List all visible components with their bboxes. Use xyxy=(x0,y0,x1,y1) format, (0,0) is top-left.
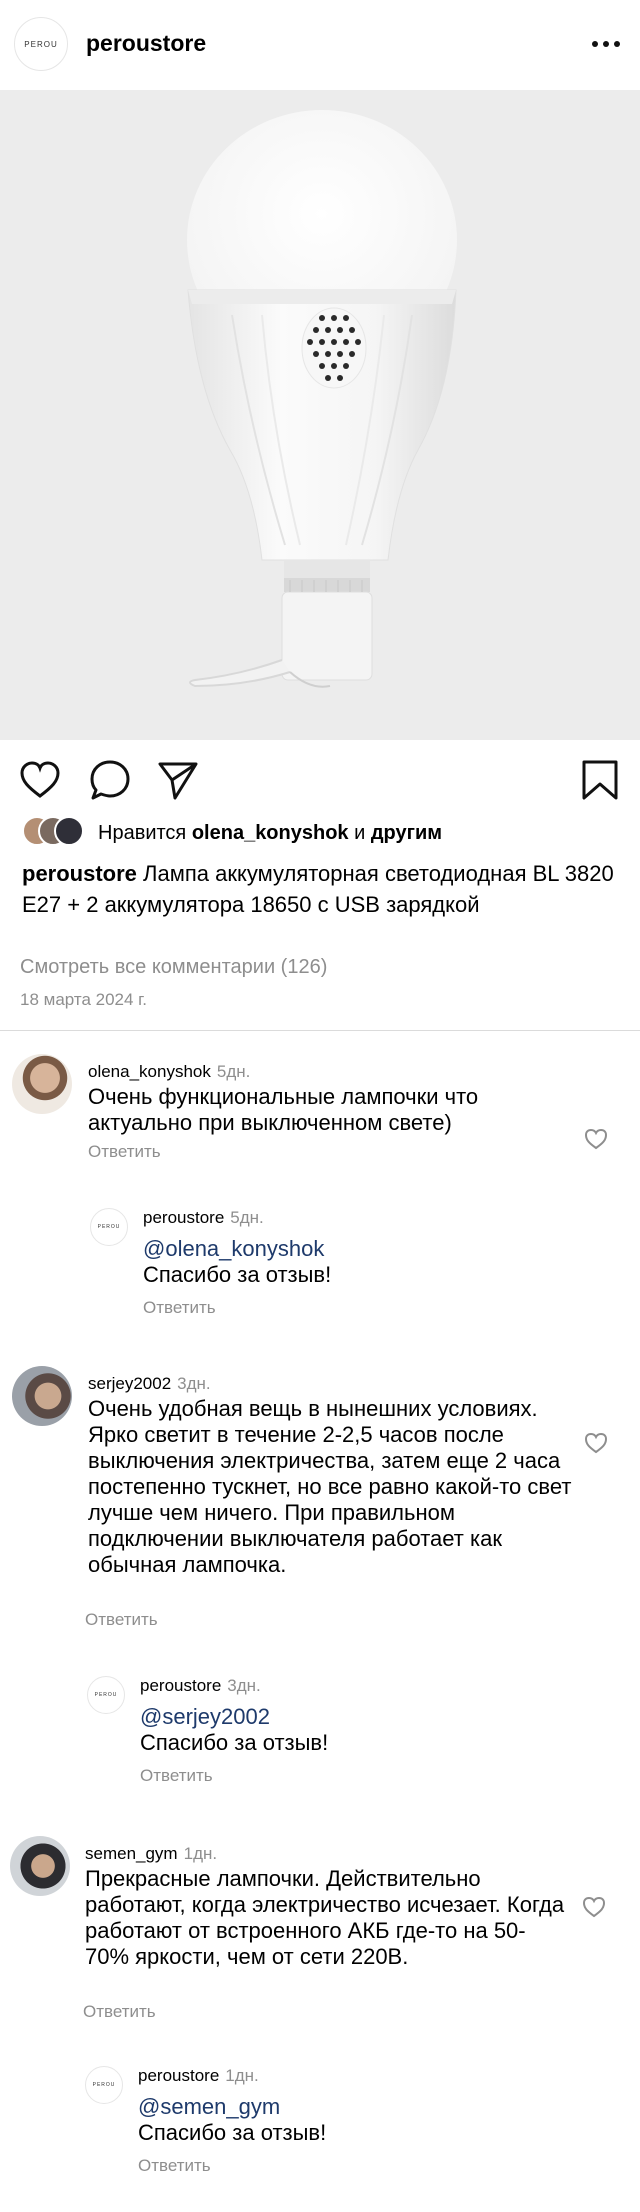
reply-time: 1дн. xyxy=(225,2066,259,2085)
reply-header: peroustore 5дн. xyxy=(143,1208,264,1228)
comment-time: 3дн. xyxy=(177,1374,211,1393)
comment-username[interactable]: semen_gym xyxy=(85,1844,178,1863)
post-actions xyxy=(0,740,640,820)
reply-button[interactable]: Ответить xyxy=(143,1298,216,1318)
reply-mention[interactable]: @serjey2002 xyxy=(140,1704,560,1730)
comment-icon[interactable] xyxy=(88,758,132,802)
store-reply-avatar[interactable]: PEROU xyxy=(85,2066,123,2104)
reply-text: @serjey2002 Спасибо за отзыв! xyxy=(140,1704,560,1756)
comment-username[interactable]: olena_konyshok xyxy=(88,1062,211,1081)
reply-username[interactable]: peroustore xyxy=(140,1676,221,1695)
post-author-username[interactable]: peroustore xyxy=(86,30,206,57)
reply-username[interactable]: peroustore xyxy=(138,2066,219,2085)
reply-text: @semen_gym Спасибо за отзыв! xyxy=(138,2094,558,2146)
view-all-comments-link[interactable]: Смотреть все комментарии (126) xyxy=(20,956,327,979)
reply-button[interactable]: Ответить xyxy=(138,2156,211,2176)
bookmark-icon[interactable] xyxy=(578,758,622,802)
reply-header: peroustore 3дн. xyxy=(140,1676,261,1696)
reply-header: peroustore 1дн. xyxy=(138,2066,259,2086)
liked-by-others[interactable]: другим xyxy=(371,822,442,844)
like-comment-heart-icon[interactable] xyxy=(584,1432,608,1454)
liked-by-prefix: Нравится xyxy=(98,822,187,844)
post-caption: peroustore Лампа аккумуляторная светодио… xyxy=(22,858,622,920)
liker-avatar xyxy=(54,816,84,846)
liked-by-row[interactable]: Нравится olena_konyshok и другим xyxy=(22,816,622,850)
reply-mention[interactable]: @olena_konyshok xyxy=(143,1236,563,1262)
liked-by-user[interactable]: olena_konyshok xyxy=(192,822,349,844)
reply-time: 3дн. xyxy=(227,1676,261,1695)
comment-text: Очень функциональные лампочки что актуал… xyxy=(88,1084,479,1135)
comment-header: olena_konyshok 5дн. xyxy=(88,1062,250,1082)
like-comment-heart-icon[interactable] xyxy=(584,1128,608,1150)
reply-text: @olena_konyshok Спасибо за отзыв! xyxy=(143,1236,563,1288)
reply-mention[interactable]: @semen_gym xyxy=(138,2094,558,2120)
reply-button[interactable]: Ответить xyxy=(140,1766,213,1786)
comment-username[interactable]: serjey2002 xyxy=(88,1374,171,1393)
comment-time: 1дн. xyxy=(183,1844,218,1863)
store-logo-text: PEROU xyxy=(24,39,58,49)
heart-icon[interactable] xyxy=(18,758,62,802)
reply-body: Спасибо за отзыв! xyxy=(140,1730,329,1755)
reply-time: 5дн. xyxy=(230,1208,264,1227)
liked-by-and: и xyxy=(354,822,366,844)
led-bulb-image xyxy=(187,110,457,688)
divider xyxy=(0,1030,640,1031)
share-icon[interactable] xyxy=(156,758,200,802)
reply-button[interactable]: Ответить xyxy=(83,2002,156,2022)
post-date: 18 марта 2024 г. xyxy=(20,990,148,1009)
like-comment-heart-icon[interactable] xyxy=(582,1896,606,1918)
comment-header: semen_gym 1дн. xyxy=(85,1844,217,1864)
commenter-avatar[interactable] xyxy=(12,1054,72,1114)
post-header: PEROU peroustore xyxy=(0,0,640,90)
comment-text: Очень удобная вещь в нынешних условиях. … xyxy=(88,1396,572,1577)
comment-time: 5дн. xyxy=(216,1062,251,1081)
more-options-icon[interactable] xyxy=(592,41,620,49)
store-reply-avatar[interactable]: PEROU xyxy=(87,1676,125,1714)
reply-body: Спасибо за отзыв! xyxy=(143,1262,332,1287)
store-reply-avatar[interactable]: PEROU xyxy=(90,1208,128,1246)
comment-text: Прекрасные лампочки. Действительно работ… xyxy=(85,1866,565,1969)
reply-username[interactable]: peroustore xyxy=(143,1208,224,1227)
caption-username[interactable]: peroustore xyxy=(22,861,137,886)
store-avatar[interactable]: PEROU xyxy=(14,17,68,71)
liked-by-text: Нравится olena_konyshok и другим xyxy=(98,822,442,845)
reply-button[interactable]: Ответить xyxy=(88,1142,161,1162)
commenter-avatar[interactable] xyxy=(10,1836,70,1896)
post-photo[interactable] xyxy=(0,90,640,740)
reply-button[interactable]: Ответить xyxy=(85,1610,158,1630)
comment-header: serjey2002 3дн. xyxy=(88,1374,211,1394)
reply-body: Спасибо за отзыв! xyxy=(138,2120,327,2145)
commenter-avatar[interactable] xyxy=(12,1366,72,1426)
